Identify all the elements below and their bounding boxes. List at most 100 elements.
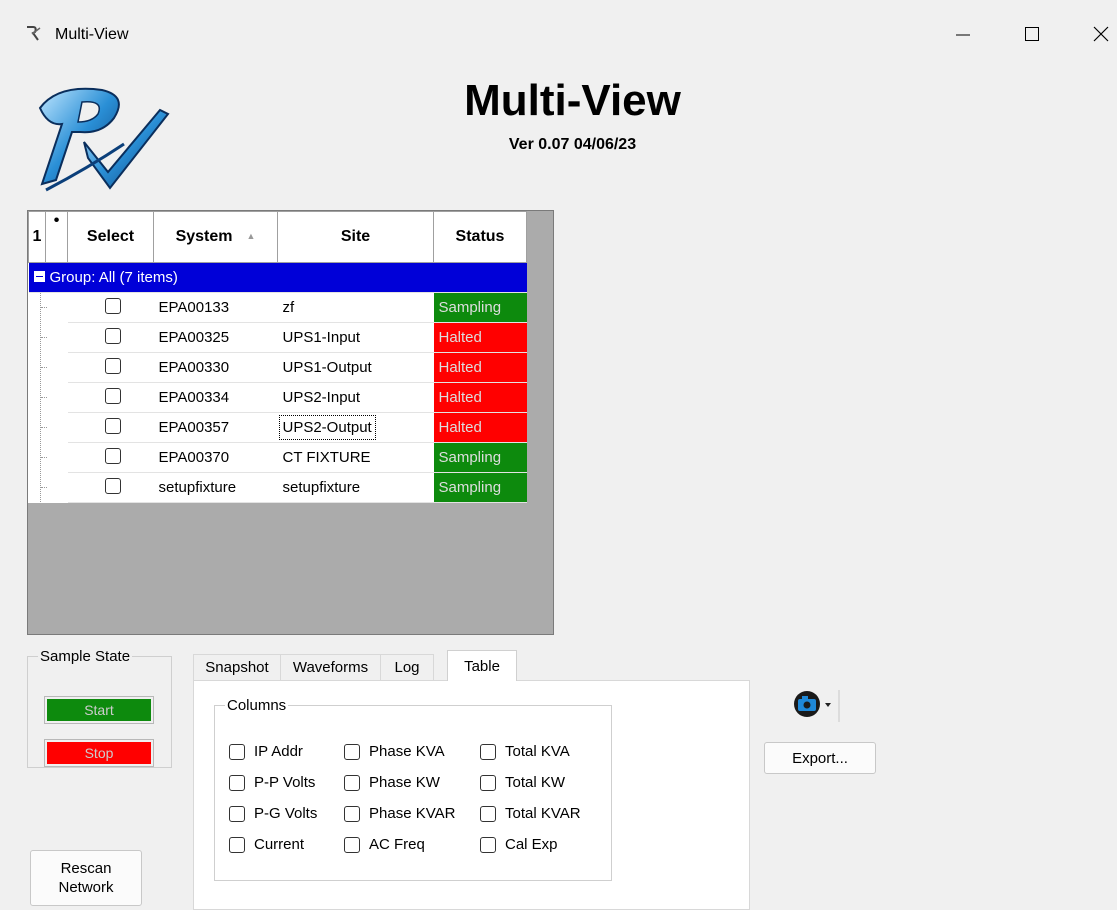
app-icon: [27, 26, 41, 41]
table-row[interactable]: EPA00357 UPS2-Output Halted: [29, 412, 527, 443]
tree-line: [39, 473, 47, 502]
table-row[interactable]: EPA00133 zf Sampling: [29, 292, 527, 323]
status-cell[interactable]: Halted: [433, 322, 527, 353]
system-cell[interactable]: EPA00325: [153, 322, 278, 353]
tab-table[interactable]: Table: [447, 650, 517, 681]
table-row[interactable]: EPA00330 UPS1-Output Halted: [29, 352, 527, 383]
table-row[interactable]: EPA00325 UPS1-Input Halted: [29, 322, 527, 353]
checkbox-box[interactable]: [480, 836, 496, 853]
checkbox-box[interactable]: [344, 774, 360, 791]
stop-button-label: Stop: [84, 745, 114, 761]
status-cell[interactable]: Halted: [433, 412, 527, 443]
row-select-checkbox[interactable]: [105, 297, 121, 314]
total-kw-checkbox[interactable]: Total KW: [480, 774, 565, 791]
column-header-status[interactable]: Status: [433, 211, 527, 263]
total-kvar-checkbox[interactable]: Total KVAR: [480, 805, 581, 822]
checkbox-box[interactable]: [480, 805, 496, 822]
site-cell-focused[interactable]: UPS2-Output: [277, 412, 434, 443]
checkbox-box[interactable]: [229, 836, 245, 853]
checkbox-box[interactable]: [344, 743, 360, 760]
pg-volts-checkbox[interactable]: P-G Volts: [229, 805, 317, 822]
systems-table: 1 • Select System ▲ Site Status Group: Al…: [28, 211, 527, 503]
system-cell[interactable]: EPA00330: [153, 352, 278, 383]
site-cell[interactable]: CT FIXTURE: [277, 442, 434, 473]
status-cell[interactable]: Sampling: [433, 442, 527, 473]
column-header-num[interactable]: 1: [28, 211, 46, 263]
checkbox-box[interactable]: [480, 743, 496, 760]
system-cell[interactable]: EPA00334: [153, 382, 278, 413]
maximize-button[interactable]: [1004, 14, 1060, 54]
rx-logo: [38, 87, 170, 192]
collapse-group-icon[interactable]: [33, 271, 45, 282]
group-row[interactable]: Group: All (7 items): [28, 262, 527, 293]
app-title: Multi-View: [464, 76, 681, 125]
column-header-system[interactable]: System ▲: [153, 211, 278, 263]
tab-snapshot[interactable]: Snapshot: [193, 654, 281, 680]
row-select-checkbox[interactable]: [105, 447, 121, 464]
cal-exp-checkbox[interactable]: Cal Exp: [480, 836, 558, 853]
checkbox-box[interactable]: [229, 774, 245, 791]
tab-log[interactable]: Log: [380, 654, 434, 680]
status-cell[interactable]: Halted: [433, 382, 527, 413]
checkbox-box[interactable]: [229, 805, 245, 822]
rescan-network-button[interactable]: Rescan Network: [30, 850, 142, 906]
site-cell[interactable]: zf: [277, 292, 434, 323]
column-header-dot[interactable]: •: [45, 211, 68, 263]
export-button[interactable]: Export...: [764, 742, 876, 774]
phase-kva-label: Phase KVA: [369, 743, 445, 760]
row-select-checkbox[interactable]: [105, 417, 121, 434]
current-checkbox[interactable]: Current: [229, 836, 304, 853]
start-button[interactable]: Start: [44, 696, 154, 724]
phase-kva-checkbox[interactable]: Phase KVA: [344, 743, 445, 760]
checkbox-box[interactable]: [229, 743, 245, 760]
close-button[interactable]: [1073, 14, 1117, 54]
site-cell[interactable]: UPS1-Output: [277, 352, 434, 383]
site-cell[interactable]: UPS1-Input: [277, 322, 434, 353]
pp-volts-checkbox[interactable]: P-P Volts: [229, 774, 315, 791]
checkbox-box[interactable]: [480, 774, 496, 791]
systems-grid[interactable]: 1 • Select System ▲ Site Status Group: Al…: [27, 210, 554, 635]
status-cell[interactable]: Sampling: [433, 472, 527, 503]
tree-line: [39, 383, 47, 412]
ac-freq-checkbox[interactable]: AC Freq: [344, 836, 425, 853]
version-label: Ver 0.07 04/06/23: [508, 136, 637, 153]
site-cell-text: UPS2-Output: [278, 415, 376, 440]
system-cell[interactable]: EPA00357: [153, 412, 278, 443]
current-label: Current: [254, 836, 305, 853]
total-kva-label: Total KVA: [505, 743, 570, 760]
column-header-select[interactable]: Select: [67, 211, 154, 263]
site-cell[interactable]: setupfixture: [277, 472, 434, 503]
checkbox-box[interactable]: [344, 805, 360, 822]
status-cell[interactable]: Sampling: [433, 292, 527, 323]
system-cell[interactable]: EPA00133: [153, 292, 278, 323]
phase-kw-label: Phase KW: [369, 774, 440, 791]
ip-addr-checkbox[interactable]: IP Addr: [229, 743, 303, 760]
system-cell[interactable]: setupfixture: [153, 472, 278, 503]
row-select-checkbox[interactable]: [105, 477, 121, 494]
maximize-icon: [1025, 27, 1039, 41]
column-header-site[interactable]: Site: [277, 211, 434, 263]
row-select-checkbox[interactable]: [105, 387, 121, 404]
columns-group: Columns IP Addr Phase KVA Total KVA P-P …: [214, 697, 612, 881]
column-header-system-label: System: [175, 228, 233, 245]
minimize-button[interactable]: [935, 14, 991, 54]
total-kw-label: Total KW: [505, 774, 566, 791]
total-kva-checkbox[interactable]: Total KVA: [480, 743, 570, 760]
table-row[interactable]: EPA00334 UPS2-Input Halted: [29, 382, 527, 413]
sample-state-legend: Sample State: [40, 648, 131, 665]
stop-button[interactable]: Stop: [44, 739, 154, 767]
system-cell[interactable]: EPA00370: [153, 442, 278, 473]
camera-dropdown-button[interactable]: [786, 680, 846, 722]
site-cell[interactable]: UPS2-Input: [277, 382, 434, 413]
phase-kvar-checkbox[interactable]: Phase KVAR: [344, 805, 455, 822]
table-row[interactable]: EPA00370 CT FIXTURE Sampling: [29, 442, 527, 473]
row-select-checkbox[interactable]: [105, 357, 121, 374]
phase-kw-checkbox[interactable]: Phase KW: [344, 774, 440, 791]
header-row: 1 • Select System ▲ Site Status: [28, 211, 527, 263]
table-row[interactable]: setupfixture setupfixture Sampling: [29, 472, 527, 503]
tab-waveforms[interactable]: Waveforms: [280, 654, 381, 680]
row-select-checkbox[interactable]: [105, 327, 121, 344]
status-cell[interactable]: Halted: [433, 352, 527, 383]
group-label: Group: All (7 items): [49, 269, 178, 286]
checkbox-box[interactable]: [344, 836, 360, 853]
